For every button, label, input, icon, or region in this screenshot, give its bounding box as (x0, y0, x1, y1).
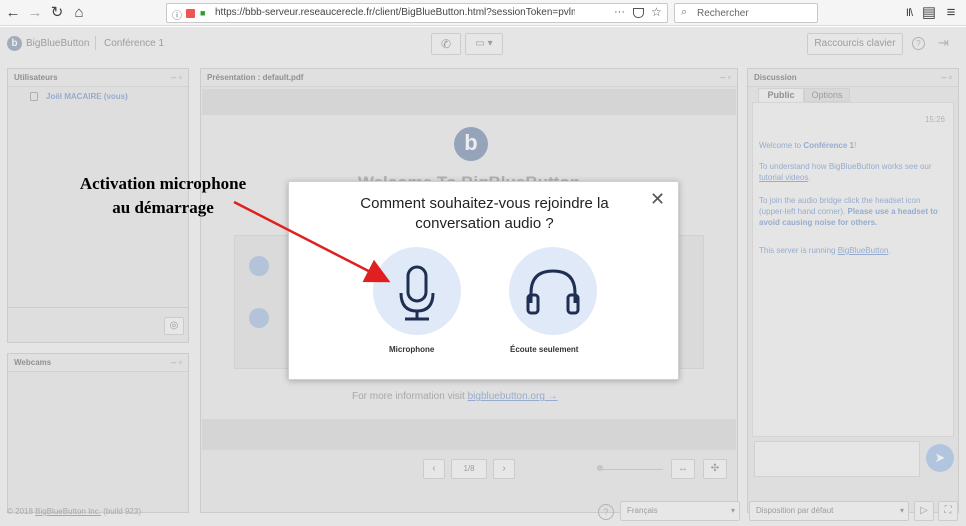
annotation-arrow-line (233, 200, 391, 283)
annotation-arrow (233, 200, 391, 283)
